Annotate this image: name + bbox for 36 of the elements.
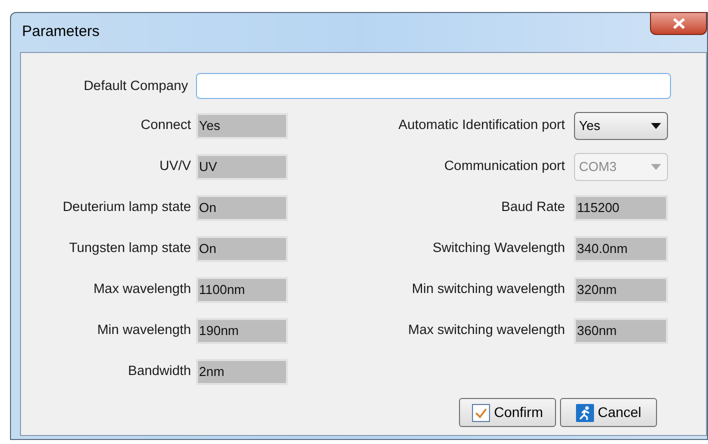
caret-icon [651,122,661,128]
readonly-field: On [196,236,288,262]
readonly-field: 2nm [196,358,288,384]
field-label: Deuterium lamp state [62,198,191,216]
readonly-field: 320nm [574,276,668,302]
readonly-field: UV [196,154,288,180]
field-label: Default Company [82,76,189,95]
close-button[interactable] [650,12,707,35]
running-person-icon [576,404,594,422]
field-label: Bandwidth [126,362,191,380]
field-label: Switching Wavelength [432,239,565,258]
field-label: Communication port [443,157,565,176]
field-label: Max wavelength [92,280,191,298]
field-label: Baud Rate [500,198,565,216]
field-label: Max switching wavelength [407,321,565,340]
field-label: Min switching wavelength [410,280,565,298]
field-label: Min wavelength [96,321,191,340]
readonly-field: 1100nm [196,276,288,302]
checkbox-icon [472,404,490,422]
field-label: Automatic Identification port [397,116,565,134]
field-label: Tungsten lamp state [68,239,191,258]
readonly-field: 360nm [574,318,668,344]
text-field[interactable] [196,73,671,99]
confirm-button[interactable]: Confirm [459,398,556,427]
caret-icon [651,164,661,170]
cancel-button[interactable]: Cancel [560,398,657,427]
field-label: Connect [140,116,191,134]
field-label: UV/V [158,157,191,176]
dropdown[interactable]: Yes [574,112,668,140]
close-icon [672,18,684,29]
readonly-field: 115200 [574,194,668,220]
window-title: Parameters [22,22,100,42]
readonly-field: 340.0nm [574,236,668,262]
readonly-field: 190nm [196,318,288,344]
readonly-field: On [196,194,288,220]
readonly-field: Yes [196,112,288,138]
